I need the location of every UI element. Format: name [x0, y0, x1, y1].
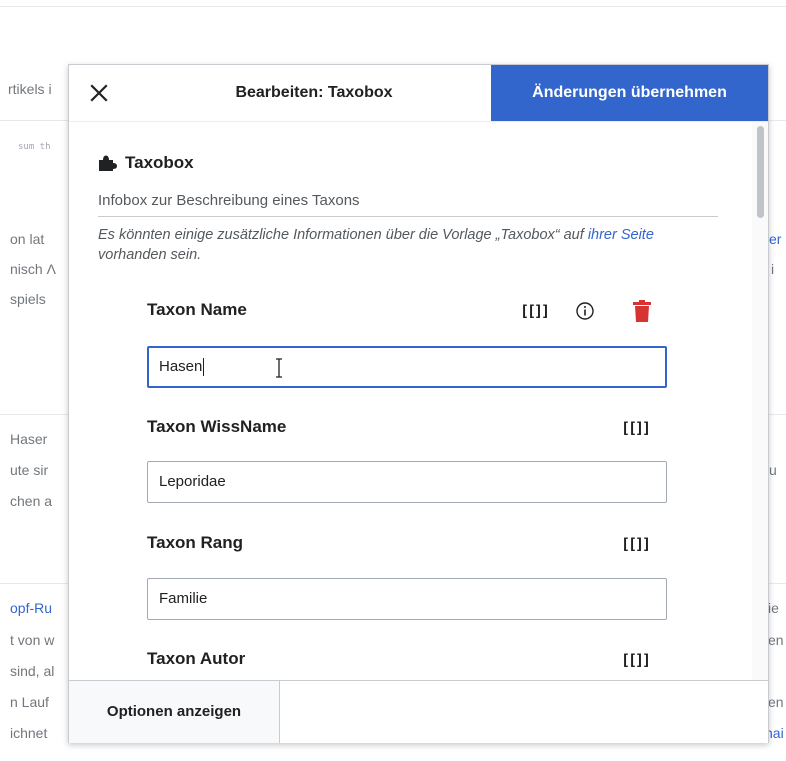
- trash-icon: [633, 300, 651, 322]
- param-input-taxon-wissname[interactable]: Leporidae: [147, 461, 667, 503]
- bg-text: sind, al: [10, 663, 55, 679]
- divider: [0, 6, 786, 7]
- bg-text: on lat: [10, 231, 45, 247]
- param-label-taxon-wissname: Taxon WissName: [147, 417, 287, 436]
- template-note-link[interactable]: ihrer Seite: [588, 227, 654, 243]
- text-caret: [203, 358, 205, 377]
- bg-text: en: [768, 694, 784, 710]
- param-input-taxon-name[interactable]: Hasen: [147, 346, 667, 388]
- param-label-taxon-autor: Taxon Autor: [147, 649, 246, 668]
- dialog-title: Bearbeiten: Taxobox: [235, 84, 393, 101]
- bg-text: u: [769, 462, 777, 478]
- scrollbar[interactable]: [752, 122, 768, 680]
- scrollbar-thumb[interactable]: [757, 126, 764, 218]
- info-button[interactable]: [570, 298, 600, 324]
- template-description: Infobox zur Beschreibung eines Taxons: [98, 190, 718, 217]
- template-header: Taxobox: [98, 151, 194, 175]
- bg-link[interactable]: er: [769, 231, 781, 247]
- bg-text: spiels: [10, 291, 46, 307]
- bg-text: i: [771, 261, 775, 277]
- bg-text: rtikels i: [8, 81, 52, 97]
- param-value: Hasen: [159, 358, 203, 375]
- ibeam-cursor-icon: [276, 358, 282, 378]
- delete-param-button[interactable]: [627, 296, 657, 326]
- puzzle-icon: [99, 155, 117, 171]
- bg-text: n Lauf: [10, 694, 49, 710]
- param-label-taxon-name: Taxon Name: [147, 300, 247, 319]
- wikilink-button[interactable]: [[]]: [617, 415, 653, 441]
- close-icon: [90, 84, 108, 102]
- template-note-text: Es könnten einige zusätzliche Informatio…: [98, 227, 588, 243]
- template-description-text: Infobox zur Beschreibung eines Taxons: [98, 192, 360, 209]
- wikilink-button[interactable]: [[]]: [617, 531, 653, 557]
- close-button[interactable]: [79, 75, 119, 111]
- dialog-footer: Optionen anzeigen: [69, 680, 768, 743]
- bg-text: en: [768, 632, 784, 648]
- bg-text: ichnet: [10, 725, 48, 741]
- bg-text: nisch Λ: [10, 261, 56, 277]
- param-label-taxon-rang: Taxon Rang: [147, 533, 244, 552]
- template-note-text-end: vorhanden sein.: [98, 247, 202, 263]
- bg-link[interactable]: opf-Ru: [10, 600, 52, 616]
- param-input-taxon-rang[interactable]: Familie: [147, 578, 667, 620]
- apply-changes-button[interactable]: Änderungen übernehmen: [491, 65, 768, 121]
- bg-text: Haser: [10, 431, 48, 447]
- template-note: Es könnten einige zusätzliche Informatio…: [98, 225, 678, 265]
- bg-text: chen a: [10, 493, 53, 509]
- param-value: Familie: [159, 590, 208, 607]
- bg-text: t von w: [10, 632, 55, 648]
- wikilink-button[interactable]: [[]]: [516, 298, 552, 324]
- bg-text: ie: [768, 600, 779, 616]
- dialog-header: Bearbeiten: Taxobox Änderungen übernehme…: [69, 65, 768, 122]
- bg-text: sum th: [18, 142, 51, 152]
- template-edit-dialog: Bearbeiten: Taxobox Änderungen übernehme…: [68, 64, 769, 743]
- show-options-button[interactable]: Optionen anzeigen: [69, 681, 280, 743]
- wikilink-button[interactable]: [[]]: [617, 647, 653, 673]
- info-icon: [576, 302, 594, 320]
- param-value: Leporidae: [159, 473, 226, 490]
- template-name: Taxobox: [125, 153, 194, 172]
- bg-text: ute sir: [10, 462, 49, 478]
- dialog-body: Taxobox Infobox zur Beschreibung eines T…: [69, 122, 768, 680]
